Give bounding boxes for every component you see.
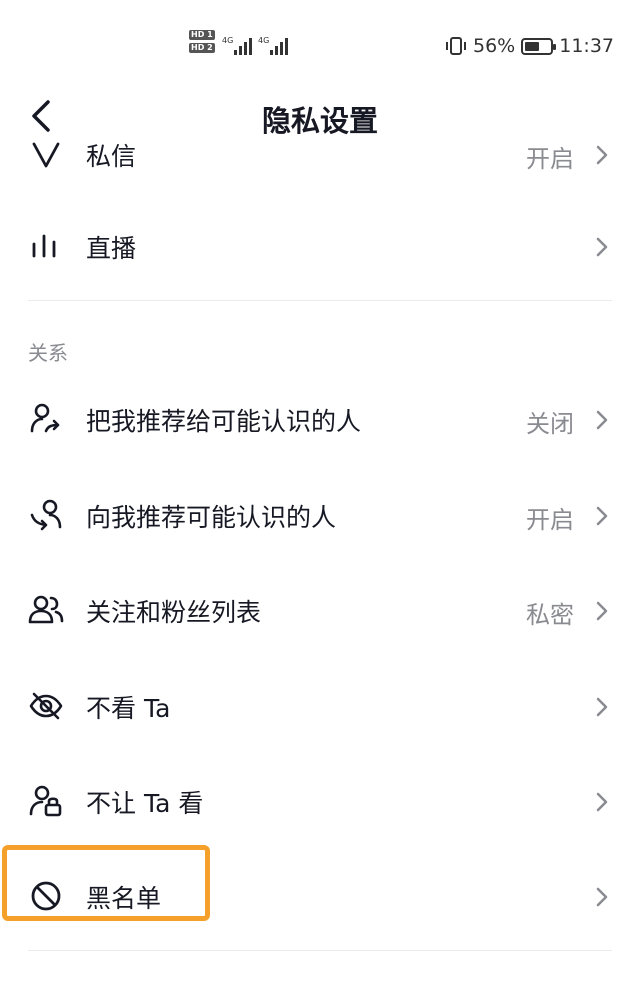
- chevron-right-icon: [596, 410, 608, 430]
- page-title: 隐私设置: [261, 104, 378, 138]
- battery-level: [525, 41, 539, 51]
- hd2-label: HD 2: [189, 43, 215, 53]
- row-value: 私密: [526, 601, 574, 629]
- row-label: 向我推荐可能认识的人: [86, 503, 337, 532]
- row-live[interactable]: 直播: [0, 213, 640, 279]
- row-label: 不让 Ta 看: [86, 789, 204, 818]
- row-messages[interactable]: 私信 开启: [0, 140, 640, 187]
- row-following-followers[interactable]: 关注和粉丝列表 私密: [0, 577, 640, 643]
- user-share-icon: [30, 403, 60, 433]
- row-value: 开启: [526, 506, 574, 534]
- block-icon: [31, 881, 61, 911]
- row-recommend-to-me[interactable]: 向我推荐可能认识的人 开启: [0, 482, 640, 548]
- signal-strength-2-icon: 4G: [258, 36, 288, 55]
- row-label: 直播: [86, 234, 137, 263]
- status-bar: HD 1 HD 2 4G 4G 56% 11:37: [0, 0, 640, 92]
- chevron-right-icon: [596, 237, 608, 257]
- section-title-relations: 关系: [28, 341, 68, 365]
- hd-indicator: HD 1 HD 2: [189, 30, 215, 56]
- row-label: 不看 Ta: [86, 694, 171, 723]
- battery-percent: 56%: [473, 35, 516, 57]
- chevron-right-icon: [596, 506, 608, 526]
- chevron-right-icon: [596, 697, 608, 717]
- row-label: 把我推荐给可能认识的人: [86, 407, 362, 436]
- signal-strength-1-icon: 4G: [222, 36, 252, 55]
- live-bars-icon: [32, 234, 56, 258]
- eye-off-icon: [29, 692, 63, 720]
- net1-label: 4G: [222, 36, 233, 45]
- row-blacklist[interactable]: 黑名单: [0, 863, 640, 929]
- row-value: 关闭: [526, 410, 574, 438]
- divider: [28, 300, 612, 301]
- settings-list: 私信 开启 直播 关系 把我推荐给可能认识的人 关闭 向我推荐可能认识的人 开启…: [0, 140, 640, 981]
- clock: 11:37: [559, 35, 614, 57]
- chevron-right-icon: [596, 792, 608, 812]
- row-recommend-me-to-others[interactable]: 把我推荐给可能认识的人 关闭: [0, 386, 640, 452]
- navigation-header: 隐私设置: [0, 92, 640, 140]
- battery-icon: [521, 37, 557, 55]
- chevron-right-icon: [596, 601, 608, 621]
- row-label: 黑名单: [86, 884, 162, 913]
- message-icon: [32, 142, 60, 168]
- hd1-label: HD 1: [189, 30, 215, 40]
- row-dont-see-them[interactable]: 不看 Ta: [0, 673, 640, 739]
- row-label: 关注和粉丝列表: [86, 598, 262, 627]
- chevron-right-icon: [596, 145, 608, 165]
- status-right: 56% 11:37: [445, 34, 614, 58]
- row-label: 私信: [86, 142, 137, 171]
- chevron-right-icon: [596, 887, 608, 907]
- net2-label: 4G: [258, 36, 269, 45]
- vibrate-icon: [446, 37, 466, 55]
- row-value: 开启: [526, 145, 574, 173]
- divider: [28, 950, 612, 951]
- row-hide-from-them[interactable]: 不让 Ta 看: [0, 768, 640, 834]
- user-lock-icon: [29, 785, 62, 817]
- user-recommend-icon: [30, 499, 62, 531]
- users-icon: [28, 595, 64, 624]
